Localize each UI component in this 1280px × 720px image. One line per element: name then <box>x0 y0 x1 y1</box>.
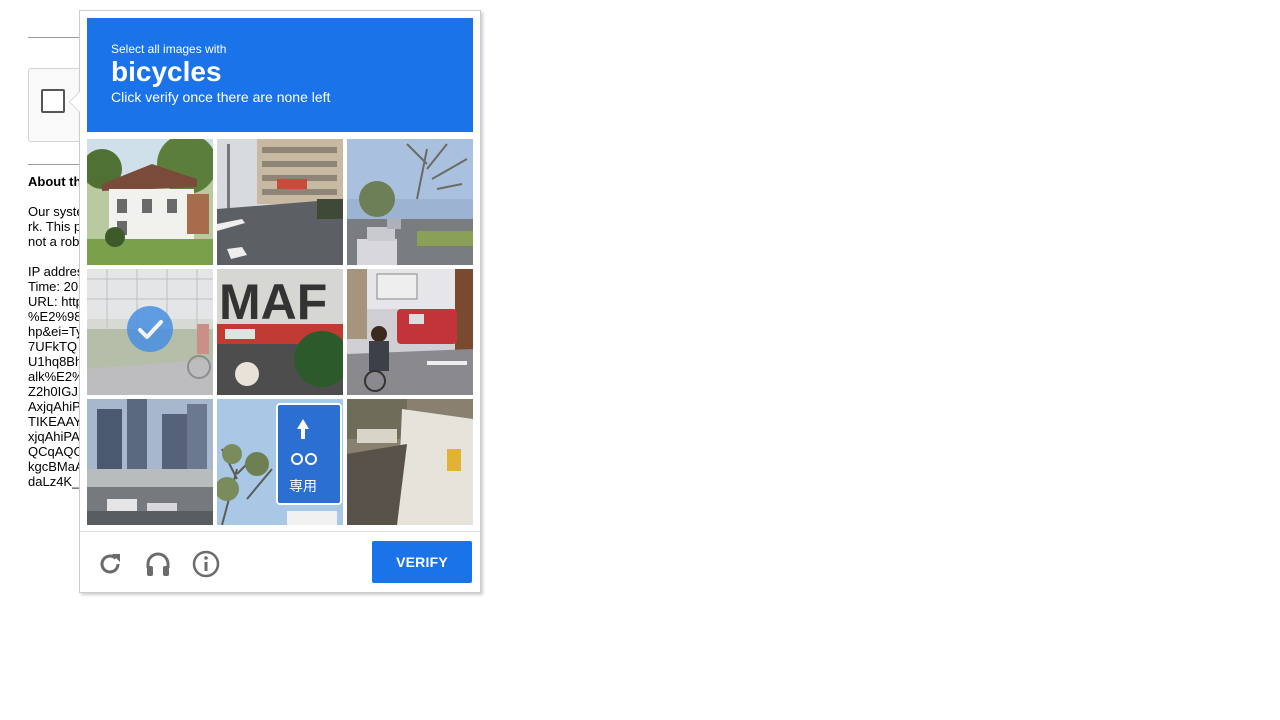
recaptcha-challenge: Select all images with bicycles Click ve… <box>69 10 481 593</box>
instruction-subtext: Click verify once there are none left <box>111 89 331 105</box>
verify-button[interactable]: VERIFY <box>372 541 472 583</box>
challenge-header: Select all images with bicycles Click ve… <box>87 18 473 132</box>
selected-check-icon <box>127 306 173 352</box>
tile-photo <box>217 139 343 265</box>
image-tile[interactable]: MAF <box>217 269 343 395</box>
image-tile[interactable] <box>347 269 473 395</box>
reload-button[interactable] <box>95 549 125 579</box>
tile-photo: MAF <box>217 269 343 395</box>
svg-text:専用: 専用 <box>289 479 317 495</box>
image-tile[interactable] <box>347 139 473 265</box>
recaptcha-checkbox[interactable] <box>41 89 65 113</box>
tile-photo <box>87 399 213 525</box>
image-tile[interactable] <box>87 399 213 525</box>
footer-divider <box>80 531 480 532</box>
tile-photo <box>87 139 213 265</box>
image-tile[interactable] <box>217 139 343 265</box>
image-tile[interactable]: 専用 <box>217 399 343 525</box>
image-tile[interactable] <box>87 139 213 265</box>
tile-photo <box>347 139 473 265</box>
tile-photo <box>347 269 473 395</box>
headphones-icon <box>146 552 170 576</box>
audio-challenge-button[interactable] <box>143 549 173 579</box>
tile-photo: 専用 <box>217 399 343 525</box>
target-object: bicycles <box>111 56 222 87</box>
image-tile[interactable] <box>347 399 473 525</box>
svg-text:MAF: MAF <box>219 274 327 330</box>
image-grid: MAF 専用 <box>87 139 473 525</box>
tile-photo <box>347 399 473 525</box>
popup-pointer <box>69 91 80 113</box>
instruction-text: Select all images with <box>111 42 227 56</box>
image-tile[interactable] <box>87 269 213 395</box>
info-icon <box>192 550 220 578</box>
reload-icon <box>100 554 120 574</box>
info-button[interactable] <box>191 549 221 579</box>
